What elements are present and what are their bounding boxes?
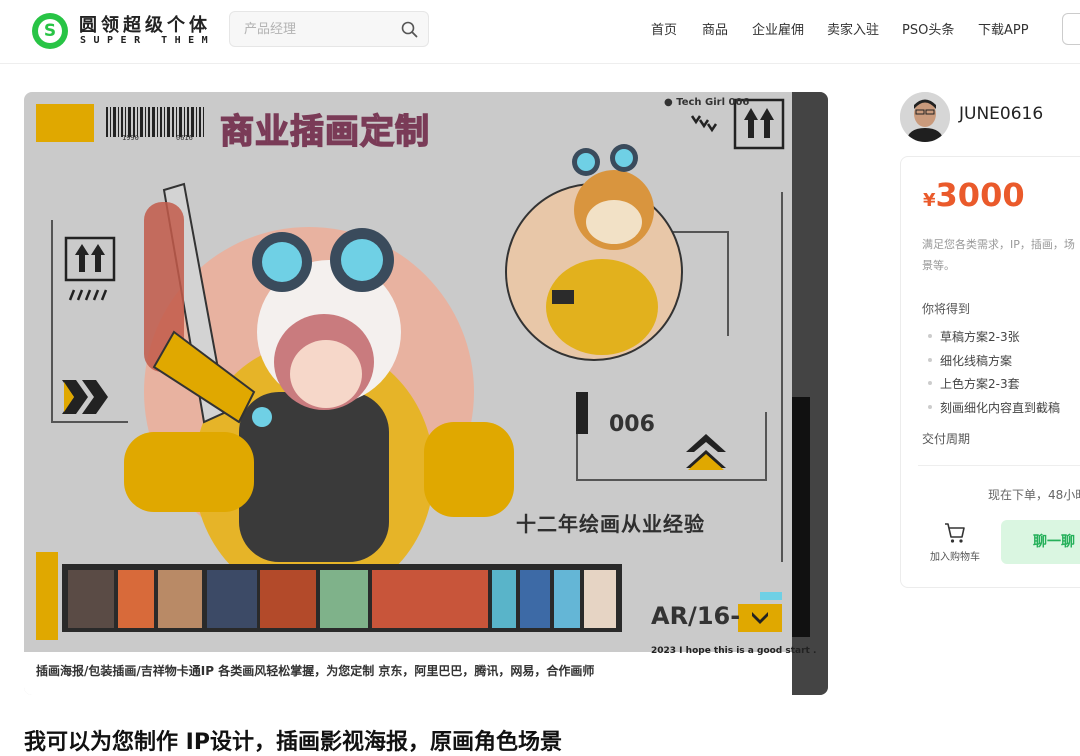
cart-icon (945, 523, 965, 543)
deliverables-title: 你将得到 (922, 302, 971, 316)
cover-footnote: 2023 I hope this is a good start . (651, 646, 817, 656)
cover-title: 商业插画定制 (219, 111, 430, 153)
nav-products[interactable]: 商品 (702, 19, 728, 38)
deliverables-list: 草稿方案2-3张 细化线稿方案 上色方案2-3套 刻画细化内容直到截稿 (928, 328, 1060, 422)
search-input[interactable] (244, 12, 394, 46)
cover-code: 006 (609, 412, 655, 437)
seller-avatar[interactable] (900, 92, 950, 142)
cart-label: 加入购物车 (930, 552, 980, 563)
list-item: 细化线稿方案 (928, 352, 1060, 376)
card-divider (918, 465, 1080, 466)
delivery-period-label: 交付周期 (922, 432, 971, 446)
currency-symbol: ¥ (923, 190, 936, 211)
avatar-portrait-icon (900, 92, 950, 142)
logo-text-en: SUPER THEM (80, 35, 216, 46)
chat-button[interactable]: 聊一聊 (1001, 520, 1080, 564)
search-icon[interactable] (401, 21, 418, 38)
cover-ar-label: AR/16- (651, 602, 741, 630)
logo-mark-icon: S (32, 13, 68, 49)
cover-experience: 十二年绘画从业经验 (516, 512, 705, 536)
nav-home[interactable]: 首页 (651, 19, 677, 38)
logo-text-cn: 圆领超级个体 (79, 15, 211, 36)
list-item: 刻画细化内容直到截稿 (928, 399, 1060, 423)
nav-pso-news[interactable]: PSO头条 (902, 19, 954, 38)
login-button[interactable] (1062, 13, 1080, 45)
cover-caption: 插画海报/包装插画/吉祥物卡通IP 各类画风轻松掌握，为您定制 京东，阿里巴巴，… (36, 664, 595, 678)
cover-tag: ● Tech Girl 006 (664, 97, 750, 108)
product-headline: 我可以为您制作 IP设计，插画影视海报，原画角色场景 (24, 730, 562, 755)
price: ¥3000 (923, 176, 1025, 214)
list-item: 草稿方案2-3张 (928, 328, 1060, 352)
nav-download-app[interactable]: 下载APP (978, 19, 1029, 38)
barcode-number-left: 1990 (122, 134, 139, 142)
add-to-cart-button[interactable]: 加入购物车 (924, 522, 986, 563)
product-cover-image[interactable]: 商业插画定制 ● Tech Girl 006 1990 0616 十二年绘画从业… (24, 92, 828, 695)
barcode-number-right: 0616 (176, 134, 193, 142)
order-note: 现在下单，48小时 (988, 488, 1080, 502)
nav-seller-join[interactable]: 卖家入驻 (827, 19, 879, 38)
price-amount: 3000 (935, 176, 1025, 214)
seller-name[interactable]: JUNE0616 (959, 104, 1043, 124)
top-header: S 圆领超级个体 SUPER THEM 首页 商品 企业雇佣 卖家入驻 PSO头… (0, 0, 1080, 64)
search-box (229, 11, 429, 47)
nav-enterprise-hire[interactable]: 企业雇佣 (752, 19, 804, 38)
service-description: 满足您各类需求，IP，插画，场景等。 (922, 238, 1075, 272)
list-item: 上色方案2-3套 (928, 375, 1060, 399)
site-logo[interactable]: S 圆领超级个体 SUPER THEM (32, 11, 222, 51)
